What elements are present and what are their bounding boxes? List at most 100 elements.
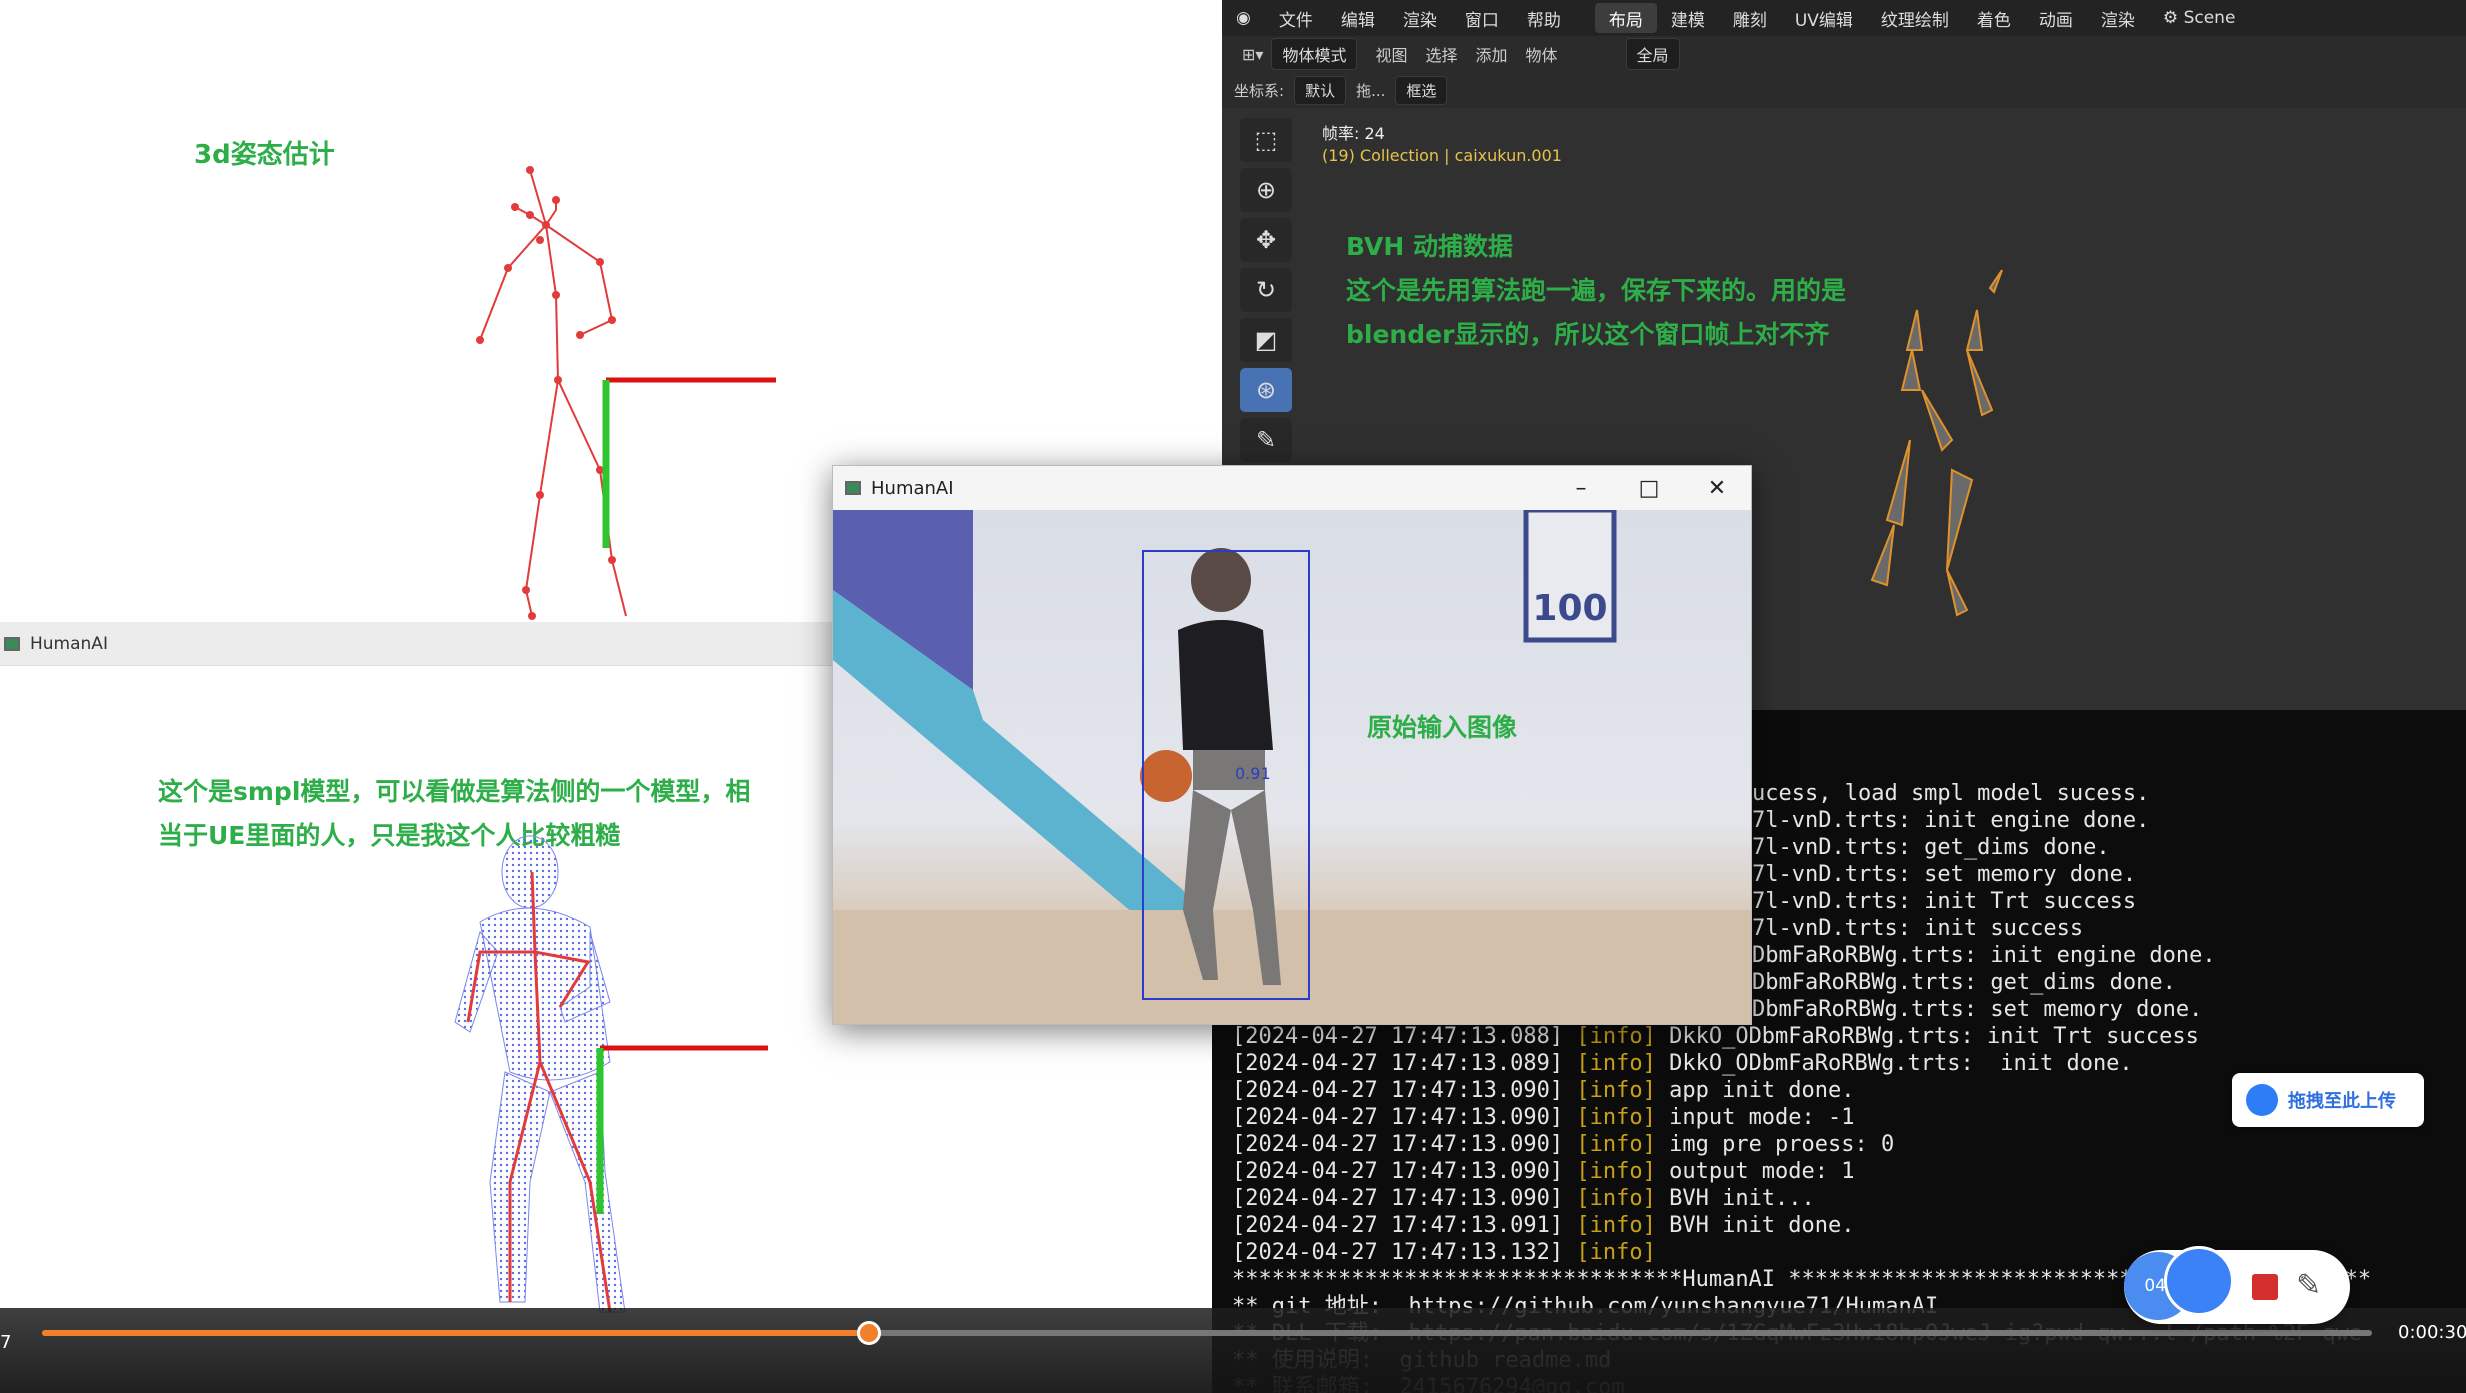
ws-uv[interactable]: UV编辑	[1781, 3, 1867, 33]
detection-bbox	[1142, 550, 1310, 1000]
collection-label: (19) Collection | caixukun.001	[1322, 146, 1562, 165]
bvh-annotation-line2: blender显示的，所以这个窗口帧上对不齐	[1346, 320, 1830, 349]
terminal-line: DbmFaRoRBWg.trts: get_dims done.	[1752, 969, 2371, 996]
log-timestamp: [2024-04-27 17:47:13.090]	[1232, 1159, 1577, 1184]
time-total: 0:00:30	[2398, 1322, 2466, 1343]
minimize-button[interactable]: –	[1547, 466, 1615, 510]
terminal-line: 7l-vnD.trts: init engine done.	[1752, 807, 2371, 834]
bvh-annotation-line1: 这个是先用算法跑一遍，保存下来的。用的是	[1346, 276, 1847, 305]
menu-view[interactable]: 视图	[1375, 42, 1407, 66]
terminal-line: ucess, load smpl model sucess.	[1752, 780, 2371, 807]
progress-track[interactable]	[42, 1321, 2372, 1345]
blender-tool-settings: 坐标系: 默认 拖... 框选	[1222, 72, 2466, 108]
mode-dropdown[interactable]: 物体模式	[1271, 38, 1358, 70]
bvh-annotation-title: BVH 动捕数据	[1346, 232, 1514, 261]
close-button[interactable]: ✕	[1683, 466, 1751, 510]
terminal-line: [2024-04-27 17:47:13.090] [info] BVH ini…	[1232, 1185, 2371, 1212]
log-level: [info]	[1576, 1159, 1670, 1184]
menu-render[interactable]: 渲染	[1389, 6, 1451, 31]
progress-handle[interactable]	[857, 1321, 882, 1345]
pen-icon[interactable]: ✎	[2296, 1268, 2321, 1303]
fps-label: 帧率: 24	[1322, 124, 1385, 143]
coord-dropdown[interactable]: 默认	[1294, 75, 1347, 105]
scale-icon[interactable]: ◩	[1240, 318, 1292, 362]
ws-animation[interactable]: 动画	[2025, 3, 2087, 33]
log-message: ucess, load smpl model sucess.	[1752, 781, 2150, 806]
humanai-window: HumanAI – □ ✕ 100 0.91 原始输入图像	[832, 465, 1752, 1025]
terminal-line: 7l-vnD.trts: init Trt success	[1752, 888, 2371, 915]
recording-indicator-icon[interactable]	[2164, 1246, 2234, 1316]
log-message: input mode: -1	[1669, 1105, 1855, 1130]
log-message: DbmFaRoRBWg.trts: get_dims done.	[1752, 970, 2176, 995]
move-icon[interactable]: ✥	[1240, 218, 1292, 262]
menu-file[interactable]: 文件	[1265, 6, 1327, 31]
menu-add[interactable]: 添加	[1475, 42, 1507, 66]
terminal-line: [2024-04-27 17:47:13.090] [info] output …	[1232, 1158, 2371, 1185]
humanai-window-title: HumanAI	[871, 477, 954, 499]
editor-type-icon[interactable]: ⊞▾	[1242, 45, 1263, 64]
time-elapsed: 7	[0, 1332, 12, 1353]
bvh-armature	[1870, 269, 2003, 617]
log-level: [info]	[1576, 1186, 1670, 1211]
terminal-line: [2024-04-27 17:47:13.090] [info] img pre…	[1232, 1131, 2371, 1158]
bvh-annotation: BVH 动捕数据 这个是先用算法跑一遍，保存下来的。用的是 blender显示的…	[1346, 225, 1846, 357]
blender-viewport-header: ⊞▾ 物体模式 视图 选择 添加 物体 全局	[1222, 36, 2466, 72]
svg-text:100: 100	[1532, 588, 1607, 629]
log-message: 7l-vnD.trts: get_dims done.	[1752, 835, 2110, 860]
log-message: BVH init...	[1669, 1186, 1815, 1211]
log-timestamp: [2024-04-27 17:47:13.090]	[1232, 1105, 1577, 1130]
menu-edit[interactable]: 编辑	[1327, 6, 1389, 31]
menu-window[interactable]: 窗口	[1451, 6, 1513, 31]
log-message: img pre proess: 0	[1669, 1132, 1895, 1157]
ws-rendering[interactable]: 渲染	[2087, 3, 2149, 33]
progress-fill	[42, 1330, 870, 1336]
video-player-bar: 7 0:00:30	[0, 1308, 2466, 1393]
menu-select[interactable]: 选择	[1425, 42, 1457, 66]
log-message: DkkO_ODbmFaRoRBWg.trts: init done.	[1669, 1051, 2133, 1076]
terminal-line: [2024-04-27 17:47:13.090] [info] app ini…	[1232, 1077, 2371, 1104]
scene-selector[interactable]: ⚙ Scene	[2149, 3, 2250, 33]
select-mode-dropdown[interactable]: 框选	[1395, 75, 1448, 105]
input-image: 100 0.91	[833, 510, 1751, 1024]
app-icon	[845, 481, 861, 495]
ws-modeling[interactable]: 建模	[1657, 3, 1719, 33]
skeleton-right-chain	[557, 379, 627, 617]
log-level: [info]	[1576, 1213, 1670, 1238]
ws-texture[interactable]: 纹理绘制	[1867, 3, 1963, 33]
scoreboard-icon: 100	[1523, 510, 1617, 643]
log-message: 7l-vnD.trts: init engine done.	[1752, 808, 2150, 833]
menu-object[interactable]: 物体	[1526, 42, 1558, 66]
detection-confidence: 0.91	[1235, 764, 1271, 783]
log-level: [info]	[1576, 1078, 1670, 1103]
terminal-line: 7l-vnD.trts: get_dims done.	[1752, 834, 2371, 861]
transform-orientation-dropdown[interactable]: 全局	[1625, 38, 1680, 70]
ws-layout[interactable]: 布局	[1594, 3, 1657, 33]
select-box-icon[interactable]: ⬚	[1240, 118, 1292, 162]
skeleton-left-arm	[479, 224, 547, 341]
upload-button[interactable]: 拖拽至此上传	[2232, 1073, 2424, 1127]
log-timestamp: [2024-04-27 17:47:13.091]	[1232, 1213, 1577, 1238]
log-timestamp: [2024-04-27 17:47:13.090]	[1232, 1186, 1577, 1211]
menu-help[interactable]: 帮助	[1513, 6, 1575, 31]
log-message: DkkO_ODbmFaRoRBWg.trts: init Trt success	[1669, 1024, 2199, 1049]
rotate-icon[interactable]: ↻	[1240, 268, 1292, 312]
cursor-icon[interactable]: ⊕	[1240, 168, 1292, 212]
drag-dropdown[interactable]: 拖...	[1356, 80, 1385, 101]
annotate-icon[interactable]: ✎	[1240, 418, 1292, 462]
maximize-button[interactable]: □	[1615, 466, 1683, 510]
log-timestamp: [2024-04-27 17:47:13.089]	[1232, 1051, 1577, 1076]
log-message: 7l-vnD.trts: set memory done.	[1752, 862, 2137, 887]
terminal-line: 7l-vnD.trts: init success	[1752, 915, 2371, 942]
blender-logo-icon[interactable]: ◉	[1222, 8, 1265, 28]
cloud-upload-icon	[2246, 1084, 2278, 1116]
log-message: app init done.	[1669, 1078, 1855, 1103]
terminal-line: DbmFaRoRBWg.trts: set memory done.	[1752, 996, 2371, 1023]
scene-name: Scene	[2183, 8, 2236, 28]
terminal-line: [2024-04-27 17:47:13.091] [info] BVH ini…	[1232, 1212, 2371, 1239]
log-message: BVH init done.	[1669, 1213, 1855, 1238]
stop-recording-icon[interactable]	[2252, 1274, 2278, 1300]
blender-menubar: ◉ 文件 编辑 渲染 窗口 帮助 布局 建模 雕刻 UV编辑 纹理绘制 着色 动…	[1222, 0, 2466, 36]
ws-shading[interactable]: 着色	[1963, 3, 2025, 33]
transform-icon[interactable]: ⊛	[1240, 368, 1292, 412]
ws-sculpt[interactable]: 雕刻	[1719, 3, 1781, 33]
